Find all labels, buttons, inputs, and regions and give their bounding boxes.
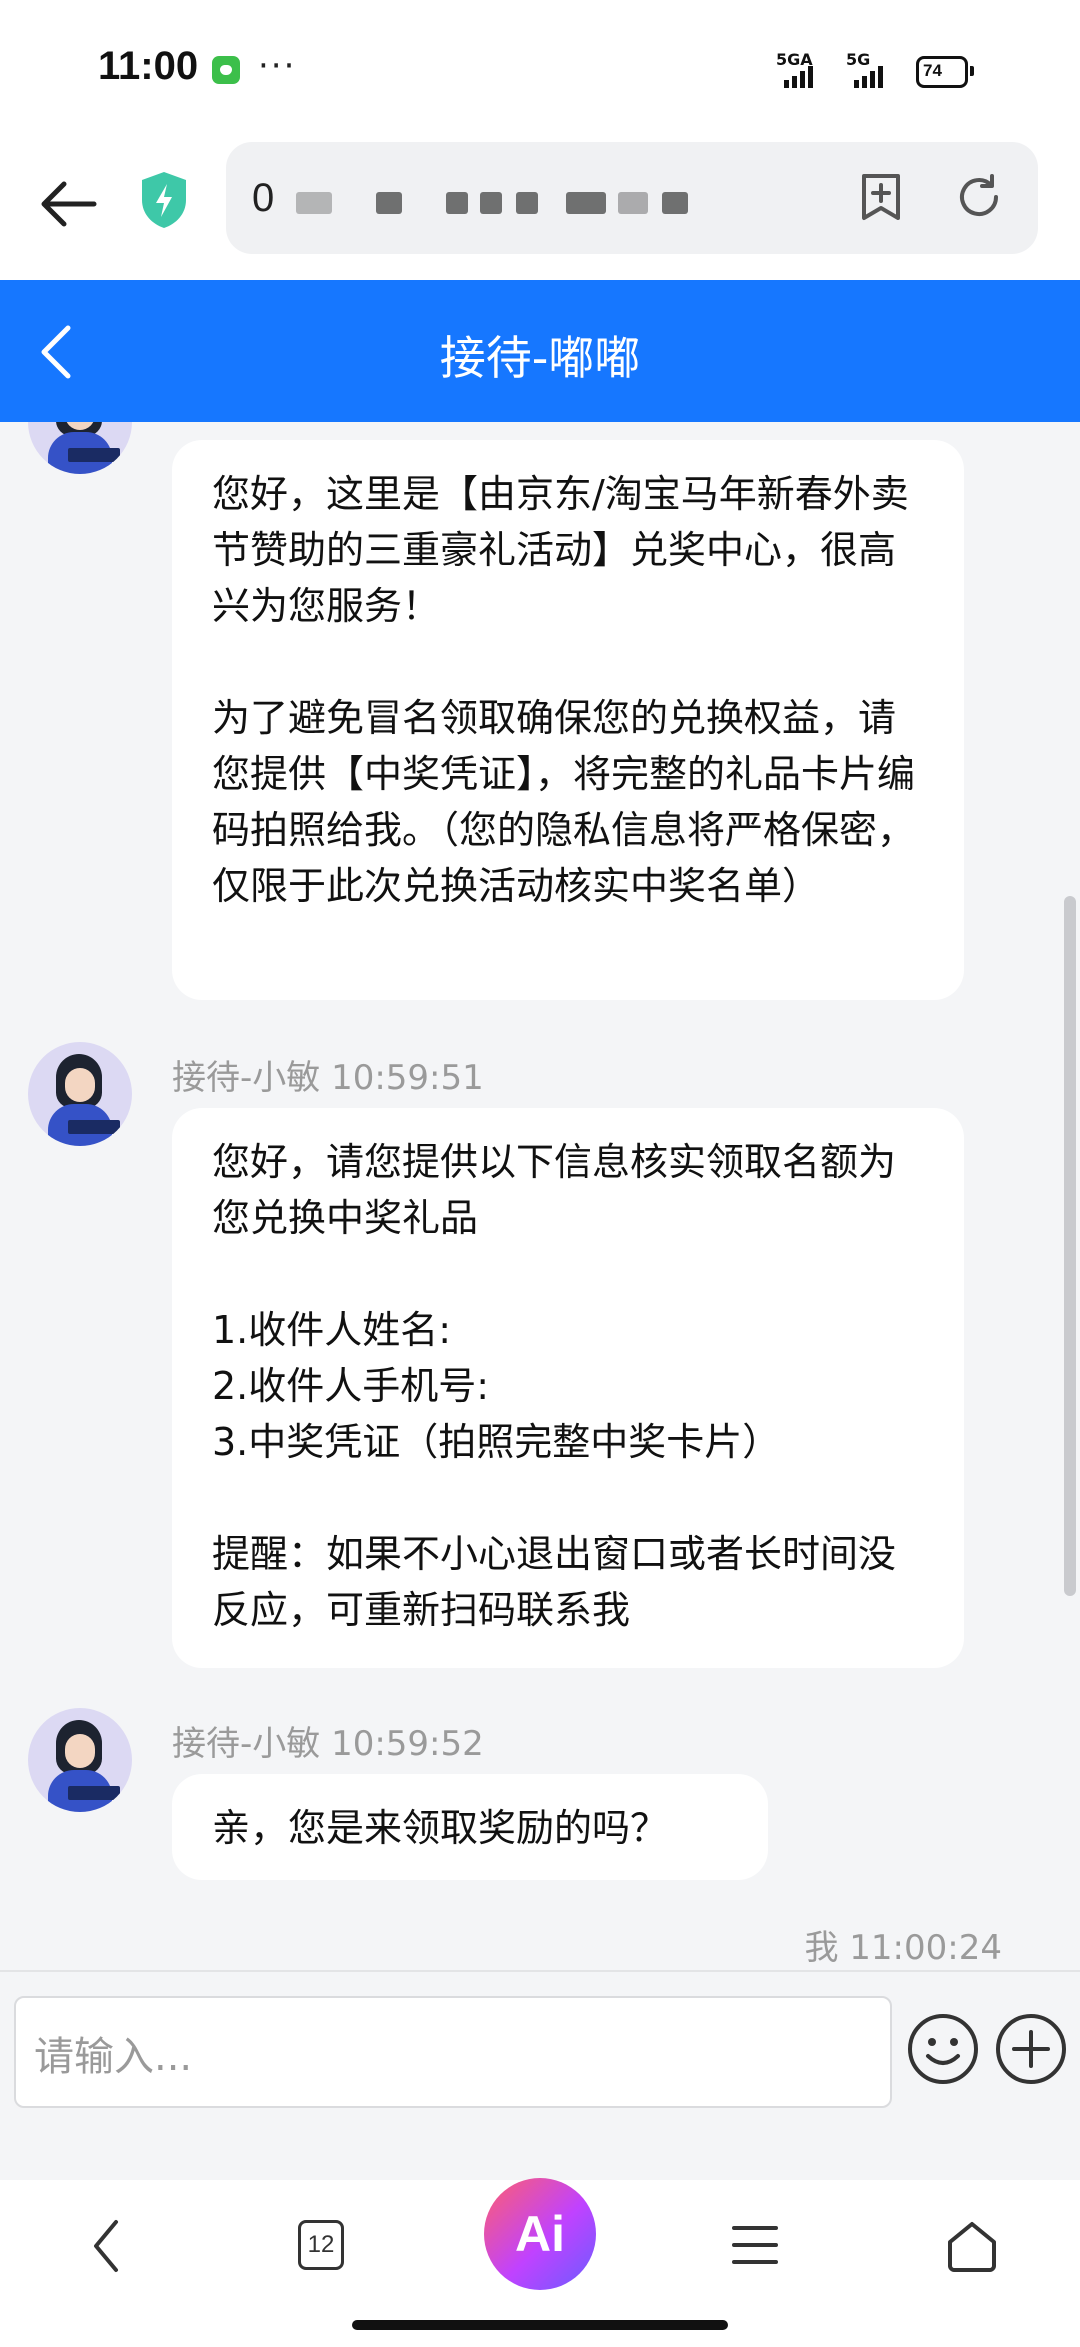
sender-name-time: 接待-小敏 10:59:51 [172, 1058, 484, 1098]
message-input[interactable]: 请输入... [14, 1996, 892, 2108]
add-bookmark-icon[interactable] [858, 172, 904, 222]
message-text: 您好，请您提供以下信息核实领取名额为您兑换中奖礼品 1.收件人姓名: 2.收件人… [212, 1140, 897, 1632]
browser-back-icon[interactable] [36, 172, 100, 236]
browser-bottom-nav: 12 Ai [0, 2178, 1080, 2347]
status-bar: 11:00 ··· 5GA 5G 74 [0, 0, 1080, 140]
signal-5ga-icon: 5GA [776, 50, 846, 90]
security-shield-icon[interactable] [138, 170, 190, 230]
wechat-notification-icon [212, 56, 240, 84]
add-attachment-icon[interactable] [994, 2012, 1068, 2086]
message-bubble: 您好，请您提供以下信息核实领取名额为您兑换中奖礼品 1.收件人姓名: 2.收件人… [172, 1108, 964, 1668]
url-text: 0 [252, 176, 275, 220]
emoji-icon[interactable] [906, 2012, 980, 2086]
chat-title: 接待-嘟嘟 [439, 331, 641, 385]
home-icon[interactable] [944, 2218, 1000, 2274]
battery-icon: 74 [916, 56, 974, 88]
message-bubble: 您好，这里是【由京东/淘宝马年新春外卖节赞助的三重豪礼活动】兑奖中心，很高兴为您… [172, 440, 964, 1000]
menu-icon[interactable] [730, 2220, 780, 2270]
redacted-url-segment [446, 192, 468, 214]
message-bubble: 亲，您是来领取奖励的吗？ [172, 1774, 768, 1880]
redacted-url-segment [480, 192, 502, 214]
redacted-url-segment [376, 192, 402, 214]
agent-avatar [28, 422, 132, 474]
sender-name-time: 接待-小敏 10:59:52 [172, 1724, 484, 1764]
more-notifications-icon: ··· [258, 46, 297, 86]
signal-5g-icon: 5G [846, 50, 906, 90]
agent-avatar [28, 1042, 132, 1146]
agent-avatar [28, 1708, 132, 1812]
nav-back-icon[interactable] [86, 2216, 126, 2276]
redacted-url-segment [296, 192, 332, 214]
redacted-url-segment [662, 192, 688, 214]
chat-messages[interactable]: 您好，这里是【由京东/淘宝马年新春外卖节赞助的三重豪礼活动】兑奖中心，很高兴为您… [0, 422, 1080, 1970]
battery-level: 74 [923, 61, 942, 80]
message-input-bar: 请输入... [0, 1970, 1080, 2182]
reload-icon[interactable] [954, 172, 1004, 222]
browser-toolbar: 0 [0, 140, 1080, 280]
tabs-button[interactable]: 12 [298, 2220, 344, 2270]
message-text: 您好，这里是【由京东/淘宝马年新春外卖节赞助的三重豪礼活动】兑奖中心，很高兴为您… [212, 472, 916, 908]
ai-assistant-button[interactable]: Ai [484, 2178, 596, 2290]
chat-header: 接待-嘟嘟 [0, 280, 1080, 422]
chat-scrollbar[interactable] [1064, 896, 1076, 1596]
clock: 11:00 [98, 44, 199, 88]
redacted-url-segment [566, 192, 606, 214]
home-indicator[interactable] [352, 2320, 728, 2330]
my-message-time: 我 11:00:24 [804, 1928, 1002, 1968]
message-text: 亲，您是来领取奖励的吗？ [212, 1806, 669, 1850]
redacted-url-segment [618, 192, 648, 214]
redacted-url-segment [516, 192, 538, 214]
address-bar[interactable]: 0 [226, 142, 1038, 254]
